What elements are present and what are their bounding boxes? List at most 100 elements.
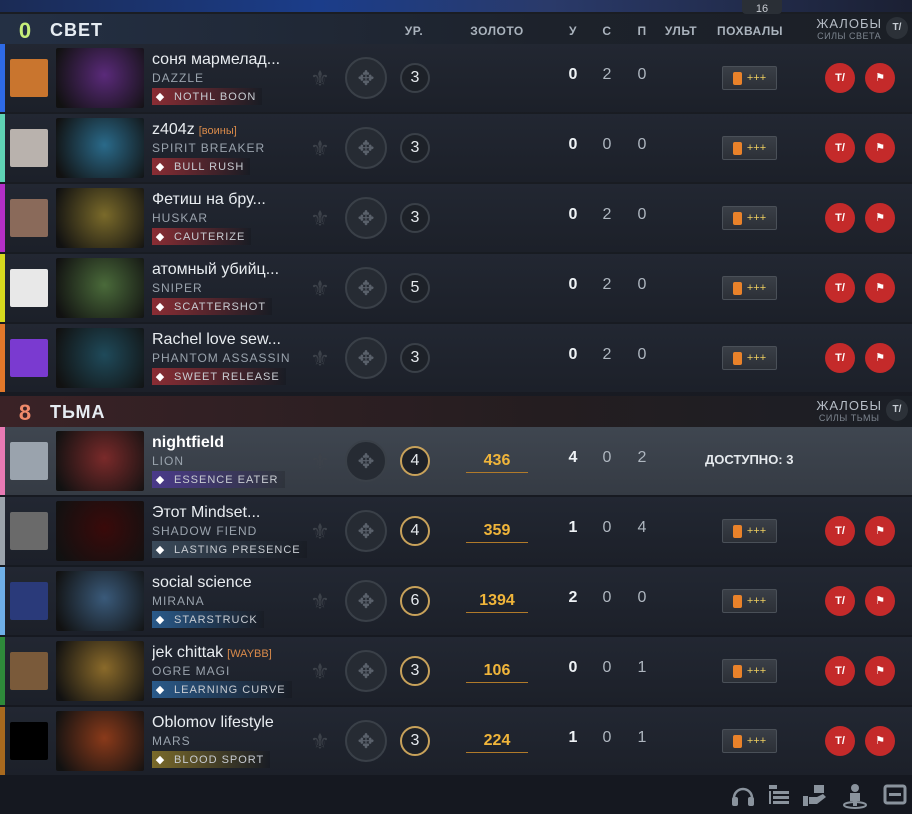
report-flag-button[interactable]: ⚑	[865, 343, 895, 373]
player-row[interactable]: z404z [воины] SPIRIT BREAKER ◆ BULL RUSH ⚜ ✥ 3 0…	[0, 114, 912, 182]
hero-portrait[interactable]	[56, 188, 144, 248]
avatar[interactable]	[10, 442, 48, 480]
player-name[interactable]: z404z [воины]	[152, 121, 302, 139]
player-tag: [WAYBB]	[227, 648, 272, 660]
mute-button[interactable]: T/	[825, 273, 855, 303]
player-row[interactable]: атомный убийц... SNIPER ◆ SCATTERSHOT ⚜ ✥ 5 0 2 0…	[0, 254, 912, 322]
avatar[interactable]	[10, 339, 48, 377]
assists-value: 2	[637, 449, 647, 466]
report-flag-button[interactable]: ⚑	[865, 203, 895, 233]
player-name[interactable]: соня мармелад...	[152, 51, 302, 69]
avatar[interactable]	[10, 722, 48, 760]
hero-portrait[interactable]	[56, 501, 144, 561]
report-flag-button[interactable]: ⚑	[865, 133, 895, 163]
praise-button[interactable]: +++	[722, 519, 777, 543]
player-name[interactable]: nightfield	[152, 434, 302, 452]
player-name[interactable]: атомный убийц...	[152, 261, 302, 279]
facet-badge[interactable]: ◆ BULL RUSH	[152, 158, 251, 175]
talent-tree-icon[interactable]: ✥	[345, 57, 387, 99]
talent-tree-icon[interactable]: ✥	[345, 440, 387, 482]
col-gold: ЗОЛОТО	[470, 24, 524, 38]
praise-button[interactable]: +++	[722, 276, 777, 300]
hero-portrait[interactable]	[56, 118, 144, 178]
facet-badge[interactable]: ◆ STARSTRUCK	[152, 611, 264, 628]
talent-tree-icon[interactable]: ✥	[345, 127, 387, 169]
facet-badge[interactable]: ◆ BLOOD SPORT	[152, 751, 271, 768]
player-row[interactable]: Этот Mindset... SHADOW FIEND ◆ LASTING PRES…	[0, 497, 912, 565]
mute-button[interactable]: T/	[825, 133, 855, 163]
mute-button[interactable]: T/	[825, 726, 855, 756]
talent-tree-icon[interactable]: ✥	[345, 197, 387, 239]
talent-tree-icon[interactable]: ✥	[345, 510, 387, 552]
report-flag-button[interactable]: ⚑	[865, 726, 895, 756]
talent-tree-icon[interactable]: ✥	[345, 650, 387, 692]
talent-tree-icon[interactable]: ✥	[345, 580, 387, 622]
hero-portrait[interactable]	[56, 48, 144, 108]
report-flag-button[interactable]: ⚑	[865, 516, 895, 546]
hero-portrait[interactable]	[56, 431, 144, 491]
player-name[interactable]: social science	[152, 574, 302, 592]
mute-button[interactable]: T/	[825, 203, 855, 233]
praise-button[interactable]: +++	[722, 66, 777, 90]
player-name[interactable]: Oblomov lifestyle	[152, 714, 302, 732]
hero-portrait[interactable]	[56, 711, 144, 771]
praise-button[interactable]: +++	[722, 589, 777, 613]
report-flag-button[interactable]: ⚑	[865, 273, 895, 303]
facet-badge[interactable]: ◆ SCATTERSHOT	[152, 298, 273, 315]
hero-portrait[interactable]	[56, 258, 144, 318]
talent-tree-icon[interactable]: ✥	[345, 720, 387, 762]
report-flag-button[interactable]: ⚑	[865, 63, 895, 93]
player-row[interactable]: Фетиш на бру... HUSKAR ◆ CAUTERIZE ⚜ ✥ 3 0 2 0 +++…	[0, 184, 912, 252]
hero-portrait[interactable]	[56, 328, 144, 388]
facet-badge[interactable]: ◆ SWEET RELEASE	[152, 368, 286, 385]
player-row[interactable]: Rachel love sew... PHANTOM ASSASSIN ◆ SWEET…	[0, 324, 912, 392]
praise-button[interactable]: +++	[722, 346, 777, 370]
player-row[interactable]: jek chittak [WAYBB] OGRE MAGI ◆ LEARNING CUR…	[0, 637, 912, 705]
hero-portrait[interactable]	[56, 571, 144, 631]
report-flag-button[interactable]: ⚑	[865, 656, 895, 686]
talent-tree-icon[interactable]: ✥	[345, 267, 387, 309]
radiant-complaints-button[interactable]: T/	[886, 17, 908, 39]
facet-badge[interactable]: ◆ LASTING PRESENCE	[152, 541, 307, 558]
praise-button[interactable]: +++	[722, 136, 777, 160]
facet-badge[interactable]: ◆ CAUTERIZE	[152, 228, 252, 245]
kills-value: 1	[568, 519, 578, 536]
player-row[interactable]: social science MIRANA ◆ STARSTRUCK ⚜ ✥ 6 1394 2 0…	[0, 567, 912, 635]
hero-name: DAZZLE	[152, 71, 205, 85]
facet-badge[interactable]: ◆ LEARNING CURVE	[152, 681, 292, 698]
player-name[interactable]: Этот Mindset...	[152, 504, 302, 522]
player-name[interactable]: jek chittak [WAYBB]	[152, 644, 302, 662]
mute-button[interactable]: T/	[825, 656, 855, 686]
player-name[interactable]: Rachel love sew...	[152, 331, 302, 349]
avatar[interactable]	[10, 199, 48, 237]
facet-badge[interactable]: ◆ NOTHL BOON	[152, 88, 263, 105]
talent-tree-icon[interactable]: ✥	[345, 337, 387, 379]
facet-badge[interactable]: ◆ ESSENCE EATER	[152, 471, 285, 488]
mute-button[interactable]: T/	[825, 516, 855, 546]
player-row[interactable]: nightfield LION ◆ ESSENCE EATER ⚜ ✥ 4 436 4 0 2 ДОС…	[0, 427, 912, 495]
screen-icon[interactable]	[880, 780, 910, 810]
headset-icon[interactable]	[728, 780, 758, 810]
facet-label: LEARNING CURVE	[174, 683, 286, 696]
praise-button[interactable]: +++	[722, 729, 777, 753]
coach-icon[interactable]	[840, 780, 870, 810]
avatar[interactable]	[10, 129, 48, 167]
mute-button[interactable]: T/	[825, 586, 855, 616]
player-row[interactable]: Oblomov lifestyle MARS ◆ BLOOD SPORT ⚜ ✥ 3 224 1…	[0, 707, 912, 775]
player-row[interactable]: соня мармелад... DAZZLE ◆ NOTHL BOON ⚜ ✥ 3 0 2 0 +…	[0, 44, 912, 112]
mute-button[interactable]: T/	[825, 343, 855, 373]
hero-portrait[interactable]	[56, 641, 144, 701]
scoreboard-icon[interactable]	[764, 780, 794, 810]
avatar[interactable]	[10, 59, 48, 97]
avatar[interactable]	[10, 512, 48, 550]
avatar[interactable]	[10, 269, 48, 307]
report-flag-button[interactable]: ⚑	[865, 586, 895, 616]
mute-button[interactable]: T/	[825, 63, 855, 93]
praise-button[interactable]: +++	[722, 659, 777, 683]
avatar[interactable]	[10, 582, 48, 620]
hand-icon[interactable]	[800, 780, 830, 810]
dire-complaints-button[interactable]: T/	[886, 399, 908, 421]
player-name[interactable]: Фетиш на бру...	[152, 191, 302, 209]
praise-button[interactable]: +++	[722, 206, 777, 230]
avatar[interactable]	[10, 652, 48, 690]
